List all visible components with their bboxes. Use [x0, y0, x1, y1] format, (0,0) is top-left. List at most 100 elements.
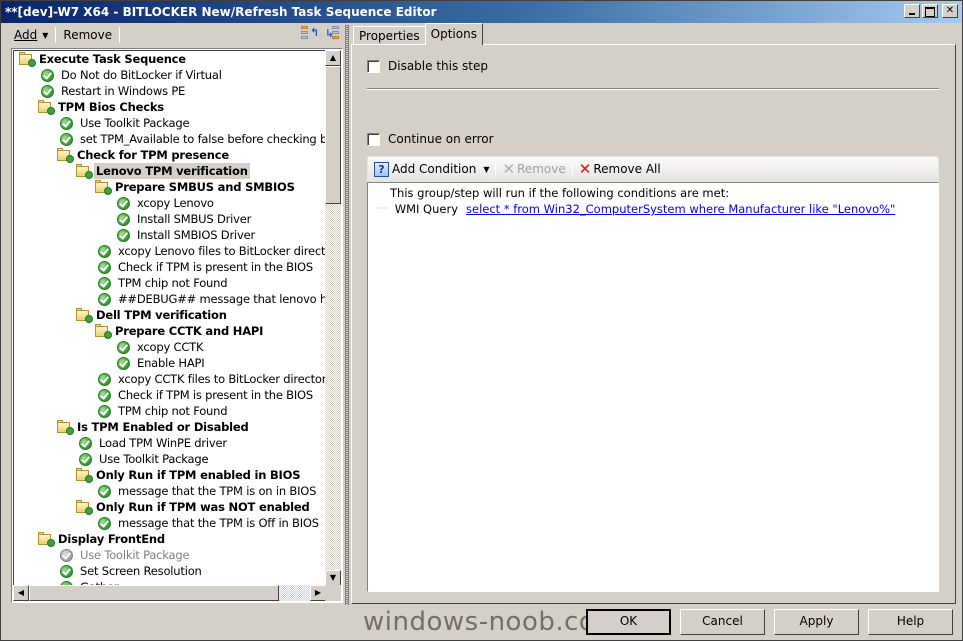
- check-circle-icon: [98, 484, 111, 498]
- help-button[interactable]: Help: [868, 609, 953, 635]
- disable-step-checkbox[interactable]: [367, 59, 380, 73]
- tree-step-item[interactable]: message that the TPM is on in BIOS: [14, 483, 326, 499]
- tree-group-item[interactable]: Is TPM Enabled or Disabled: [14, 419, 326, 435]
- tree-group-item[interactable]: Prepare CCTK and HAPI: [14, 323, 326, 339]
- tree-step-item[interactable]: xcopy CCTK: [14, 339, 326, 355]
- tree-item-label: Display FrontEnd: [58, 532, 165, 546]
- check-circle-icon: [117, 356, 130, 370]
- tree-step-item[interactable]: Check if TPM is present in the BIOS: [14, 387, 326, 403]
- tree-item-label: xcopy Lenovo: [137, 196, 214, 210]
- tree-group-item[interactable]: TPM Bios Checks: [14, 99, 326, 115]
- tree-item-label: TPM chip not Found: [118, 404, 228, 418]
- toolbar-separator: [495, 161, 497, 177]
- vertical-scroll-thumb[interactable]: [325, 66, 341, 204]
- remove-all-conditions-button[interactable]: ✕ Remove All: [575, 162, 665, 177]
- scroll-left-button[interactable]: ◀: [13, 585, 29, 601]
- tree-step-item[interactable]: Set Screen Resolution: [14, 563, 326, 579]
- add-label: Add: [14, 28, 38, 42]
- folder-check-icon: [75, 164, 93, 179]
- add-condition-button[interactable]: ? Add Condition ▼: [370, 161, 493, 177]
- tree-step-item[interactable]: xcopy CCTK files to BitLocker directory: [14, 371, 326, 387]
- tree-step-item[interactable]: set TPM_Available to false before checki…: [14, 131, 326, 147]
- scroll-down-button[interactable]: ▼: [325, 570, 341, 586]
- folder-check-icon: [37, 100, 55, 115]
- continue-on-error-label: Continue on error: [388, 132, 494, 146]
- move-down-icon[interactable]: ↳: [325, 26, 341, 42]
- folder-check-icon: [56, 148, 74, 163]
- window-title: **[dev]-W7 X64 - BITLOCKER New/Refresh T…: [5, 5, 437, 19]
- tree-item-label: xcopy CCTK files to BitLocker directory: [118, 372, 326, 386]
- tree-step-item[interactable]: Use Toolkit Package: [14, 115, 326, 131]
- tab-properties[interactable]: Properties: [353, 26, 426, 45]
- tree-step-item[interactable]: TPM chip not Found: [14, 403, 326, 419]
- apply-button[interactable]: Apply: [774, 609, 859, 635]
- tree-group-item[interactable]: Display FrontEnd: [14, 531, 326, 547]
- tree-step-item[interactable]: Use Toolkit Package: [14, 451, 326, 467]
- tree-group-item[interactable]: Dell TPM verification: [14, 307, 326, 323]
- maximize-button[interactable]: [922, 4, 938, 18]
- tree-step-item[interactable]: Install SMBUS Driver: [14, 211, 326, 227]
- folder-check-icon: [56, 420, 74, 435]
- minimize-button[interactable]: [904, 4, 920, 18]
- scroll-up-button[interactable]: ▲: [325, 50, 341, 66]
- tree-group-item[interactable]: Check for TPM presence: [14, 147, 326, 163]
- check-circle-icon: [98, 260, 111, 274]
- tree-step-item[interactable]: message that the TPM is Off in BIOS: [14, 515, 326, 531]
- ok-button[interactable]: OK: [586, 609, 671, 635]
- tree-item-label: xcopy Lenovo files to BitLocker director…: [118, 244, 326, 258]
- tree-item-label: Execute Task Sequence: [39, 52, 186, 66]
- check-circle-icon: [98, 516, 111, 530]
- tree-item-label: Do Not do BitLocker if Virtual: [61, 68, 222, 82]
- tree-item-label: ##DEBUG## message that lenovo hardware: [118, 292, 326, 306]
- tree-item-label: Check if TPM is present in the BIOS: [118, 260, 313, 274]
- tree-item-label: Use Toolkit Package: [99, 452, 209, 466]
- continue-on-error-checkbox-row[interactable]: Continue on error: [367, 132, 494, 146]
- disable-step-label: Disable this step: [388, 59, 488, 73]
- tab-options[interactable]: Options: [424, 23, 483, 45]
- horizontal-scroll-thumb[interactable]: [29, 585, 279, 601]
- tree-group-item[interactable]: Lenovo TPM verification: [14, 163, 326, 179]
- task-sequence-editor-window: **[dev]-W7 X64 - BITLOCKER New/Refresh T…: [0, 0, 963, 641]
- condition-type: WMI Query: [394, 202, 459, 216]
- tree-step-item[interactable]: Load TPM WinPE driver: [14, 435, 326, 451]
- tree-step-item[interactable]: Use Toolkit Package: [14, 547, 326, 563]
- condition-item[interactable]: ····· WMI Query select * from Win32_Comp…: [376, 202, 895, 216]
- tree-step-item[interactable]: TPM chip not Found: [14, 275, 326, 291]
- tree-step-item[interactable]: xcopy Lenovo files to BitLocker director…: [14, 243, 326, 259]
- move-up-icon[interactable]: ↰: [301, 26, 319, 42]
- disable-step-checkbox-row[interactable]: Disable this step: [367, 59, 488, 73]
- toolbar-separator: [119, 27, 121, 43]
- tree-group-item[interactable]: Prepare SMBUS and SMBIOS: [14, 179, 326, 195]
- check-circle-icon: [117, 196, 130, 210]
- continue-on-error-checkbox[interactable]: [367, 132, 380, 146]
- remove-button[interactable]: Remove: [58, 28, 117, 42]
- tree-group-item[interactable]: Execute Task Sequence: [14, 51, 326, 67]
- tree-group-item[interactable]: Only Run if TPM enabled in BIOS: [14, 467, 326, 483]
- toolbar-separator: [571, 161, 573, 177]
- tree-step-item[interactable]: xcopy Lenovo: [14, 195, 326, 211]
- tree-item-label: Prepare SMBUS and SMBIOS: [115, 180, 295, 194]
- tree-group-item[interactable]: Only Run if TPM was NOT enabled: [14, 499, 326, 515]
- tree-step-item[interactable]: ##DEBUG## message that lenovo hardware: [14, 291, 326, 307]
- cancel-button[interactable]: Cancel: [680, 609, 765, 635]
- tree-item-label: Install SMBIOS Driver: [137, 228, 255, 242]
- task-sequence-tree: Execute Task Sequence Do Not do BitLocker…: [11, 48, 343, 603]
- tree-viewport: Execute Task Sequence Do Not do BitLocker…: [13, 50, 326, 586]
- scroll-right-button[interactable]: ▶: [310, 585, 326, 601]
- tree-item-label: Check for TPM presence: [77, 148, 229, 162]
- tree-horizontal-scrollbar[interactable]: ◀ ▶: [13, 585, 326, 601]
- check-circle-icon: [79, 436, 92, 450]
- check-circle-icon: [117, 228, 130, 242]
- tree-step-item[interactable]: Enable HAPI: [14, 355, 326, 371]
- remove-condition-button[interactable]: ✕ Remove: [498, 162, 569, 177]
- tree-step-item[interactable]: Install SMBIOS Driver: [14, 227, 326, 243]
- condition-query-link[interactable]: select * from Win32_ComputerSystem where…: [466, 202, 895, 216]
- add-menu-button[interactable]: Add ▼: [9, 28, 53, 42]
- tree-step-item[interactable]: Check if TPM is present in the BIOS: [14, 259, 326, 275]
- tree-step-item[interactable]: Do Not do BitLocker if Virtual: [14, 67, 326, 83]
- remove-all-label: Remove All: [593, 162, 661, 176]
- close-button[interactable]: ✕: [942, 4, 958, 18]
- tree-vertical-scrollbar[interactable]: ▲ ▼: [325, 50, 341, 586]
- tree-step-item[interactable]: Restart in Windows PE: [14, 83, 326, 99]
- pane-splitter[interactable]: [345, 25, 349, 605]
